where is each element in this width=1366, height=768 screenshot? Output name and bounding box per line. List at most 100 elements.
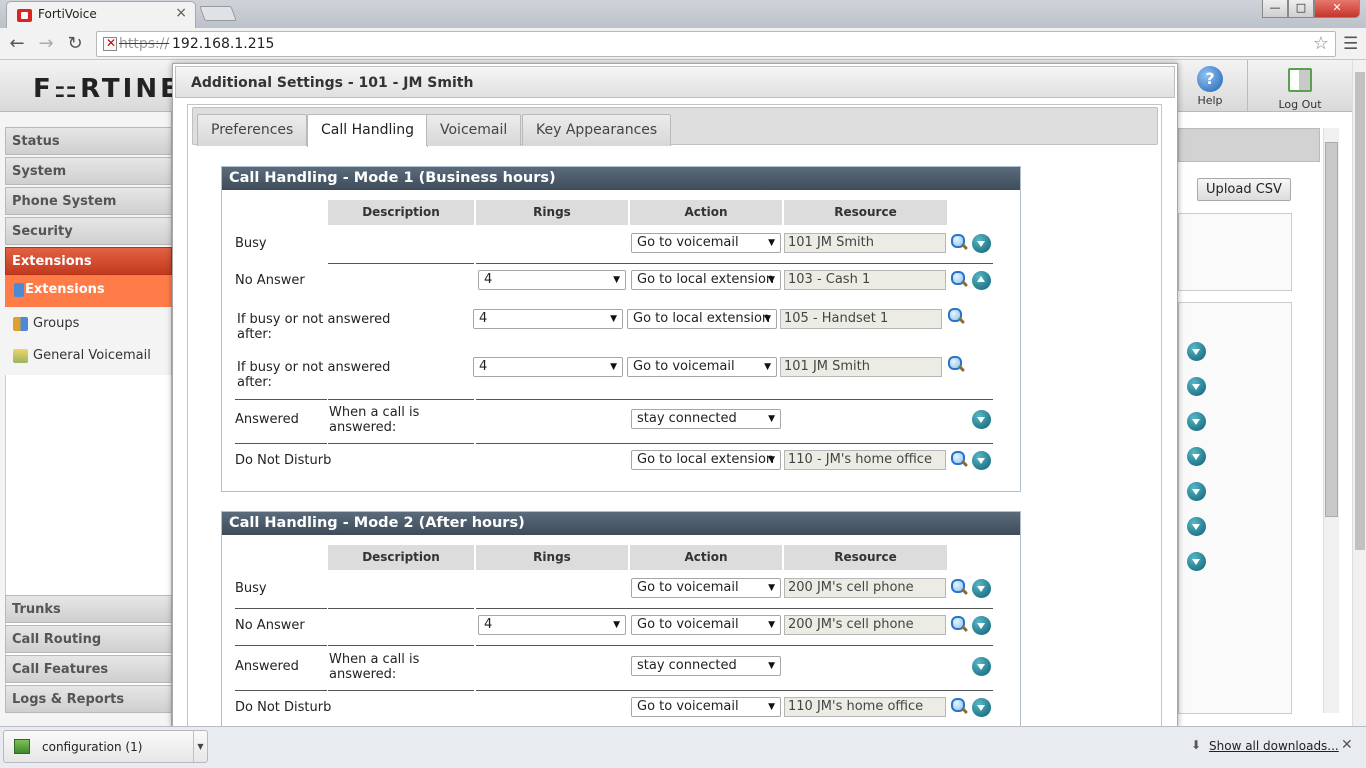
move-down-icon[interactable]: [972, 616, 991, 635]
address-bar[interactable]: https:// 192.168.1.215 ☆: [96, 31, 1336, 57]
menu-phone-system[interactable]: Phone System: [5, 187, 172, 215]
download-menu-chevron-icon[interactable]: ▼: [193, 731, 207, 762]
action-value: Go to voicemail: [637, 617, 739, 632]
divider: [235, 443, 327, 444]
show-all-downloads-link[interactable]: Show all downloads...: [1209, 739, 1339, 753]
resource-field[interactable]: 103 - Cash 1: [784, 270, 946, 290]
action-select[interactable]: Go to voicemail ▼: [631, 697, 781, 717]
action-select[interactable]: Go to local extension ▼: [631, 450, 781, 470]
expand-icon[interactable]: [1187, 447, 1206, 466]
move-down-icon[interactable]: [972, 410, 991, 429]
col-resource: Resource: [784, 545, 947, 570]
menu-extensions[interactable]: Extensions: [5, 247, 172, 275]
menu-call-routing[interactable]: Call Routing: [5, 625, 172, 653]
expand-icon[interactable]: [1187, 377, 1206, 396]
dialog-titlebar[interactable]: Additional Settings - 101 - JM Smith: [175, 66, 1175, 98]
tab-call-handling[interactable]: Call Handling: [307, 114, 428, 147]
rings-select[interactable]: 4 ▼: [478, 270, 626, 290]
browser-tab-strip: FortiVoice × — □ ✕: [0, 0, 1366, 28]
new-tab-button[interactable]: [199, 6, 237, 21]
tab-close-icon[interactable]: ×: [175, 5, 187, 21]
menu-status[interactable]: Status: [5, 127, 172, 155]
tab-preferences[interactable]: Preferences: [197, 114, 308, 146]
resource-field[interactable]: 105 - Handset 1: [780, 309, 942, 329]
menu-system[interactable]: System: [5, 157, 172, 185]
action-select[interactable]: stay connected ▼: [631, 409, 781, 429]
search-icon[interactable]: [947, 355, 966, 374]
action-select[interactable]: stay connected ▼: [631, 656, 781, 676]
move-down-icon[interactable]: [972, 451, 991, 470]
row-label: Busy: [235, 581, 267, 596]
help-button[interactable]: ? Help: [1180, 66, 1240, 107]
window-close-button[interactable]: ✕: [1314, 0, 1360, 18]
upload-csv-button[interactable]: Upload CSV: [1197, 178, 1291, 201]
expand-icon[interactable]: [1187, 342, 1206, 361]
search-icon[interactable]: [950, 697, 969, 716]
tab-key-appearances[interactable]: Key Appearances: [522, 114, 672, 146]
menu-logs-reports[interactable]: Logs & Reports: [5, 685, 172, 713]
action-value: Go to voicemail: [637, 580, 739, 595]
move-down-icon[interactable]: [972, 234, 991, 253]
page-scrollbar[interactable]: [1352, 60, 1366, 726]
submenu-general-voicemail[interactable]: General Voicemail: [5, 341, 172, 373]
tab-voicemail[interactable]: Voicemail: [426, 114, 522, 146]
expand-icon[interactable]: [1187, 517, 1206, 536]
download-item[interactable]: configuration (1) ▼: [3, 730, 208, 763]
rings-select[interactable]: 4 ▼: [478, 615, 626, 635]
action-select[interactable]: Go to local extension ▼: [627, 309, 777, 329]
resource-field[interactable]: 200 JM's cell phone: [784, 615, 946, 635]
resource-field[interactable]: 101 JM Smith: [784, 233, 946, 253]
search-icon[interactable]: [950, 233, 969, 252]
move-down-icon[interactable]: [972, 698, 991, 717]
move-up-icon[interactable]: [972, 271, 991, 290]
logout-button[interactable]: Log Out: [1247, 60, 1352, 112]
search-icon[interactable]: [950, 450, 969, 469]
insecure-lock-icon[interactable]: [103, 36, 117, 51]
browser-tab[interactable]: FortiVoice ×: [6, 1, 196, 28]
action-select[interactable]: Go to voicemail ▼: [631, 233, 781, 253]
background-scrollbar-thumb[interactable]: [1325, 142, 1338, 517]
action-select[interactable]: Go to local extension ▼: [631, 270, 781, 290]
window-maximize-button[interactable]: □: [1288, 0, 1314, 18]
expand-icon[interactable]: [1187, 552, 1206, 571]
divider: [476, 399, 993, 400]
expand-icon[interactable]: [1187, 412, 1206, 431]
reload-icon[interactable]: ↻: [63, 32, 87, 56]
rings-select[interactable]: 4 ▼: [473, 309, 623, 329]
shelf-close-icon[interactable]: ✕: [1341, 737, 1353, 753]
move-down-icon[interactable]: [972, 657, 991, 676]
rings-select[interactable]: 4 ▼: [473, 357, 623, 377]
window-minimize-button[interactable]: —: [1262, 0, 1288, 18]
search-icon[interactable]: [947, 307, 966, 326]
resource-field[interactable]: 200 JM's cell phone: [784, 578, 946, 598]
action-select[interactable]: Go to voicemail ▼: [631, 615, 781, 635]
divider: [328, 399, 474, 400]
menu-trunks[interactable]: Trunks: [5, 595, 172, 623]
voicemail-icon: [13, 349, 28, 363]
menu-security[interactable]: Security: [5, 217, 172, 245]
resource-field[interactable]: 101 JM Smith: [780, 357, 942, 377]
page-scrollbar-thumb[interactable]: [1355, 72, 1365, 550]
row-label: Do Not Disturb: [235, 453, 332, 468]
additional-settings-dialog: Additional Settings - 101 - JM Smith Pre…: [172, 63, 1178, 728]
submenu-groups[interactable]: Groups: [5, 309, 172, 341]
resource-field[interactable]: 110 JM's home office: [784, 697, 946, 717]
search-icon[interactable]: [950, 578, 969, 597]
resource-field[interactable]: 110 - JM's home office: [784, 450, 946, 470]
bookmark-star-icon[interactable]: ☆: [1313, 33, 1329, 54]
move-down-icon[interactable]: [972, 579, 991, 598]
action-select[interactable]: Go to voicemail ▼: [631, 578, 781, 598]
search-icon[interactable]: [950, 270, 969, 289]
row-label-line: after:: [237, 327, 272, 342]
menu-call-features[interactable]: Call Features: [5, 655, 172, 683]
forward-arrow-icon[interactable]: →: [34, 32, 58, 56]
rings-value: 4: [479, 311, 488, 326]
back-arrow-icon[interactable]: ←: [5, 32, 29, 56]
action-select[interactable]: Go to voicemail ▼: [627, 357, 777, 377]
submenu-extensions[interactable]: Extensions: [5, 275, 172, 307]
browser-menu-icon[interactable]: ☰: [1343, 34, 1358, 54]
background-scrollbar[interactable]: [1323, 128, 1339, 713]
search-icon[interactable]: [950, 615, 969, 634]
expand-icon[interactable]: [1187, 482, 1206, 501]
download-file-name: configuration (1): [42, 740, 143, 754]
